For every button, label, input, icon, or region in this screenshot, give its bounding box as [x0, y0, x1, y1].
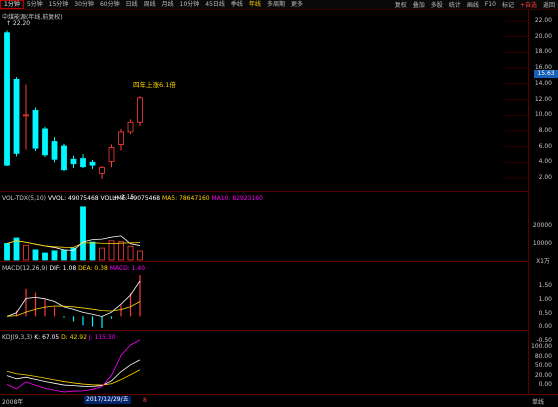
candle-up [137, 97, 143, 123]
candle-down [89, 161, 96, 166]
candle-down [4, 32, 10, 166]
volume-bar [118, 241, 124, 261]
volume-bar [61, 250, 67, 261]
volume-bar [137, 250, 143, 261]
volume-bar [51, 250, 58, 261]
macd-dif-line [6, 280, 141, 317]
candle-down [51, 141, 58, 160]
volume-bar [70, 247, 77, 261]
volume-bar [23, 244, 29, 261]
volume-bar [4, 243, 10, 261]
candle-down [13, 78, 20, 154]
volume-bar [89, 241, 96, 261]
candle-up [108, 147, 115, 162]
volume-bar [127, 245, 134, 261]
volume-bar [80, 206, 86, 261]
candle-up [118, 131, 124, 145]
candle-down [61, 145, 67, 171]
volume-bar [32, 249, 39, 261]
kdj-j-line [6, 339, 141, 393]
candle-up [23, 114, 29, 117]
chart-canvas[interactable] [0, 0, 558, 406]
candle-down [80, 158, 86, 168]
candle-up [99, 167, 105, 174]
macd-dea-line [6, 301, 141, 317]
volume-bar [99, 247, 105, 261]
candle-down [70, 158, 77, 165]
volume-bar [42, 252, 48, 261]
candle-down [42, 128, 48, 156]
candle-up [127, 121, 134, 133]
candle-down [32, 110, 39, 149]
